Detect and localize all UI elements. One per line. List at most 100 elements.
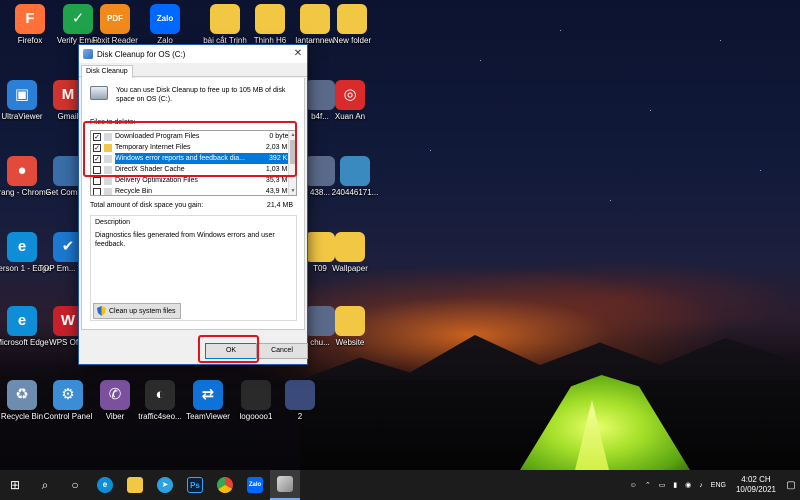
people-icon[interactable]: ☺ bbox=[630, 482, 637, 489]
desktop-icon[interactable]: New folder bbox=[322, 4, 382, 46]
desktop-icon[interactable]: Zalo Zalo bbox=[135, 4, 195, 46]
dialog-title: Disk Cleanup for OS (C:) bbox=[97, 49, 186, 59]
network-icon[interactable]: ◉ bbox=[685, 481, 691, 489]
image-icon bbox=[340, 156, 370, 186]
file-name: Downloaded Program Files bbox=[115, 133, 200, 140]
zalo-icon: Zalo bbox=[247, 477, 263, 493]
tab-strip: Disk Cleanup bbox=[79, 63, 307, 78]
viber-icon: ✆ bbox=[100, 380, 130, 410]
camera-icon[interactable]: ▭ bbox=[659, 481, 666, 489]
system-tray: ☺ ⌃ ▭ ▮ ◉ ♪ ENG 4:02 CH 10/09/2021 ▢ bbox=[626, 470, 800, 500]
taskbar-file-explorer[interactable] bbox=[120, 470, 150, 500]
edge-icon: e bbox=[97, 477, 113, 493]
file-row[interactable]: ✓ Downloaded Program Files 0 bytes bbox=[91, 131, 296, 142]
start-button[interactable]: ⊞ bbox=[0, 470, 30, 500]
file-row[interactable]: ✓ Windows error reports and feedback dia.… bbox=[91, 153, 296, 164]
task-view-button[interactable]: ○ bbox=[60, 470, 90, 500]
file-name: Recycle Bin bbox=[115, 188, 152, 195]
file-checkbox[interactable] bbox=[93, 187, 101, 195]
battery-icon[interactable]: ▮ bbox=[673, 481, 677, 489]
taskbar: ⊞ ⌕ ○ e ➤ Ps Zalo ☺ ⌃ ▭ ▮ ◉ ♪ ENG 4:02 C… bbox=[0, 470, 800, 500]
tab-panel: You can use Disk Cleanup to free up to 1… bbox=[81, 78, 305, 330]
desktop-icon-label: New folder bbox=[332, 36, 372, 45]
file-type-icon bbox=[104, 187, 112, 195]
file-row[interactable]: Recycle Bin 43,9 MB bbox=[91, 186, 296, 195]
scroll-thumb[interactable] bbox=[290, 140, 295, 164]
taskbar-photoshop[interactable]: Ps bbox=[180, 470, 210, 500]
file-checkbox[interactable]: ✓ bbox=[93, 132, 101, 141]
zalo-icon: Zalo bbox=[150, 4, 180, 34]
file-row[interactable]: DirectX Shader Cache 1,03 MB bbox=[91, 164, 296, 175]
show-hidden-icons[interactable]: ⌃ bbox=[645, 481, 651, 489]
clean-up-system-files-label: Clean up system files bbox=[109, 307, 176, 315]
file-checkbox[interactable] bbox=[93, 165, 101, 174]
desktop-icon-label: Website bbox=[335, 338, 365, 347]
disk-cleanup-dialog: Disk Cleanup for OS (C:) ✕ Disk Cleanup … bbox=[78, 44, 308, 365]
close-icon[interactable]: ✕ bbox=[289, 45, 307, 63]
clock[interactable]: 4:02 CH 10/09/2021 bbox=[736, 475, 776, 495]
description-label: Description bbox=[95, 219, 131, 226]
task-view-icon: ○ bbox=[71, 478, 79, 492]
file-name: DirectX Shader Cache bbox=[115, 166, 185, 173]
tab-disk-cleanup[interactable]: Disk Cleanup bbox=[81, 65, 133, 78]
shield-icon bbox=[97, 306, 106, 316]
file-name: Temporary Internet Files bbox=[115, 144, 191, 151]
scroll-up-icon[interactable]: ▲ bbox=[289, 131, 296, 139]
folder-icon bbox=[255, 4, 285, 34]
search-icon: ⌕ bbox=[41, 477, 49, 492]
files-list[interactable]: ✓ Downloaded Program Files 0 bytes ✓ Tempora… bbox=[90, 130, 297, 196]
desktop-icon-label: 2 bbox=[297, 412, 303, 421]
files-to-delete-label: Files to delete: bbox=[90, 119, 136, 126]
taskbar-telegram[interactable]: ➤ bbox=[150, 470, 180, 500]
file-checkbox[interactable] bbox=[93, 176, 101, 185]
desktop-icon[interactable]: 2 bbox=[270, 380, 330, 422]
target-icon: ◎ bbox=[335, 80, 365, 110]
monitor-icon: ▣ bbox=[7, 80, 37, 110]
file-checkbox[interactable]: ✓ bbox=[93, 154, 101, 163]
taskbar-zalo[interactable]: Zalo bbox=[240, 470, 270, 500]
disk-cleanup-icon bbox=[277, 476, 293, 492]
folder-icon bbox=[335, 232, 365, 262]
volume-icon[interactable]: ♪ bbox=[699, 482, 703, 489]
files-scrollbar[interactable]: ▲ ▼ bbox=[288, 131, 296, 195]
chrome-icon: ● bbox=[7, 156, 37, 186]
description-text: Diagnostics files generated from Windows… bbox=[95, 232, 275, 248]
desktop-icon[interactable]: ◎ Xuan An bbox=[320, 80, 380, 122]
taskbar-edge[interactable]: e bbox=[90, 470, 120, 500]
file-row[interactable]: Delivery Optimization Files 35,3 MB bbox=[91, 175, 296, 186]
file-type-icon bbox=[104, 143, 112, 152]
edge-icon: e bbox=[7, 232, 37, 262]
total-value: 21,4 MB bbox=[266, 202, 293, 209]
file-type-icon bbox=[104, 176, 112, 185]
clock-date: 10/09/2021 bbox=[735, 485, 776, 494]
file-name: Windows error reports and feedback dia..… bbox=[115, 153, 252, 164]
intro-text: You can use Disk Cleanup to free up to 1… bbox=[116, 87, 286, 103]
ok-button[interactable]: OK bbox=[205, 343, 257, 359]
desktop-icon[interactable]: Wallpaper bbox=[320, 232, 380, 274]
language-indicator[interactable]: ENG bbox=[711, 482, 726, 489]
file-checkbox[interactable]: ✓ bbox=[93, 143, 101, 152]
app-icon: ◐ bbox=[145, 380, 175, 410]
desktop-icon[interactable]: 240446171... bbox=[325, 156, 385, 198]
file-row[interactable]: ✓ Temporary Internet Files 2,03 MB bbox=[91, 142, 296, 153]
desktop-icon-label: 240446171... bbox=[331, 188, 379, 197]
pdf-icon: PDF bbox=[100, 4, 130, 34]
desktop-icon[interactable]: Website bbox=[320, 306, 380, 348]
drive-icon bbox=[90, 86, 108, 100]
clock-time: 4:02 CH bbox=[741, 475, 771, 484]
cancel-button[interactable]: Cancel bbox=[256, 343, 308, 359]
notification-icon[interactable]: ▢ bbox=[782, 480, 800, 491]
clean-up-system-files-button[interactable]: Clean up system files bbox=[93, 303, 181, 319]
folder-icon bbox=[210, 4, 240, 34]
windows-logo-icon: ⊞ bbox=[9, 478, 21, 492]
image-icon bbox=[241, 380, 271, 410]
total-space: Total amount of disk space you gain: 21,… bbox=[90, 202, 297, 209]
taskbar-chrome[interactable] bbox=[210, 470, 240, 500]
taskbar-disk-cleanup[interactable] bbox=[270, 470, 300, 500]
search-button[interactable]: ⌕ bbox=[30, 470, 60, 500]
dialog-titlebar[interactable]: Disk Cleanup for OS (C:) ✕ bbox=[79, 45, 307, 63]
chrome-icon bbox=[217, 477, 233, 493]
desktop-icon-label: Wallpaper bbox=[332, 264, 368, 273]
firefox-icon: F bbox=[15, 4, 45, 34]
scroll-down-icon[interactable]: ▼ bbox=[289, 187, 296, 195]
